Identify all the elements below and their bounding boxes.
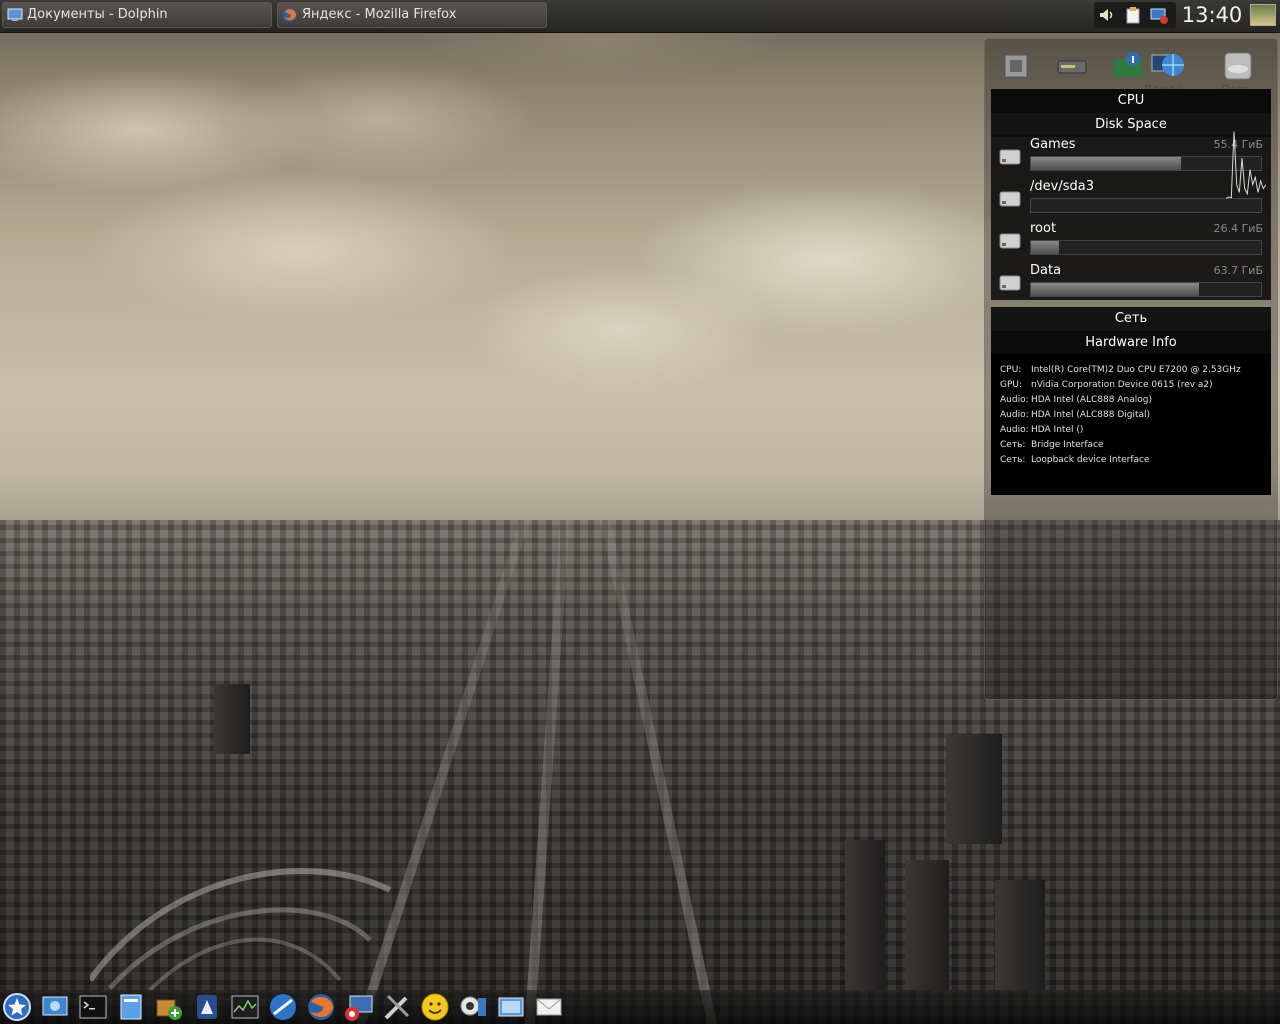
cpu-load-line: [1226, 131, 1266, 199]
mail-icon[interactable]: [534, 992, 564, 1022]
disk-usage-bar: [1030, 240, 1262, 255]
webcam-icon[interactable]: [458, 992, 488, 1022]
hardware-info-header[interactable]: Hardware Info: [991, 331, 1271, 355]
bottom-panel: [0, 990, 1280, 1024]
hw-row: Audio: HDA Intel (ALC888 Analog): [1000, 395, 1152, 405]
firefox-icon: [283, 8, 297, 22]
disk-name: root: [1030, 221, 1057, 236]
disk-data-icon[interactable]: [1221, 49, 1255, 83]
dolphin-icon: [7, 8, 23, 21]
hw-value: nVidia Corporation Device 0615 (rev a2): [1031, 380, 1213, 390]
disk-usage-fill: [1031, 241, 1059, 254]
hw-value: HDA Intel (): [1031, 425, 1084, 435]
hw-key: Сеть:: [1000, 440, 1026, 450]
drive-icon: [999, 191, 1021, 207]
cpu-header[interactable]: CPU: [991, 89, 1271, 113]
kde-menu-icon[interactable]: [2, 992, 32, 1022]
file-manager-icon[interactable]: [116, 992, 146, 1022]
clock[interactable]: 13:40: [1180, 2, 1244, 28]
hardware-info-list: CPU: Intel(R) Core(TM)2 Duo CPU E7200 @ 2…: [991, 354, 1271, 495]
disk-size: 26.4 ГиБ: [1213, 222, 1263, 235]
hw-key: Сеть:: [1000, 455, 1026, 465]
wallpaper-building: [995, 880, 1045, 990]
disk-name: /dev/sda3: [1030, 179, 1094, 194]
disk-row[interactable]: Data 63.7 ГиБ: [991, 263, 1271, 303]
cpu-load-graph: [1226, 131, 1266, 199]
hw-key: Audio:: [1000, 395, 1029, 405]
system-tray: [1094, 2, 1176, 28]
hw-value: Bridge Interface: [1031, 440, 1104, 450]
wallpaper-building: [905, 860, 949, 990]
kde-logo-icon[interactable]: [192, 992, 222, 1022]
hard-drive-icon[interactable]: [1055, 49, 1089, 83]
hw-value: HDA Intel (ALC888 Analog): [1031, 395, 1152, 405]
disk-row[interactable]: root 26.4 ГиБ: [991, 221, 1271, 261]
disk-size: 63.7 ГиБ: [1213, 264, 1263, 277]
volume-icon[interactable]: [1098, 6, 1116, 24]
hw-row: Сеть: Bridge Interface: [1000, 440, 1104, 450]
network-header[interactable]: Сеть: [991, 307, 1271, 331]
task-label: Яндекс - Mozilla Firefox: [302, 7, 457, 22]
drive-icon: [999, 149, 1021, 165]
monitor-applet-bar: Домой Data: [985, 43, 1277, 97]
hw-value: Loopback device Interface: [1031, 455, 1150, 465]
hw-key: CPU:: [1000, 365, 1022, 375]
hw-row: Audio: HDA Intel (): [1000, 425, 1083, 435]
hw-key: Audio:: [1000, 425, 1029, 435]
disk-usage-fill: [1031, 157, 1181, 170]
hw-value: Intel(R) Core(TM)2 Duo CPU E7200 @ 2.53G…: [1031, 365, 1241, 375]
wallpaper-highway: [90, 868, 392, 990]
wallpaper-building: [845, 840, 885, 990]
tools-icon[interactable]: [382, 992, 412, 1022]
task-dolphin[interactable]: Документы - Dolphin: [2, 2, 272, 28]
smiley-icon[interactable]: [420, 992, 450, 1022]
hw-value: HDA Intel (ALC888 Digital): [1031, 410, 1151, 420]
network-icon[interactable]: [496, 992, 526, 1022]
drive-icon: [999, 233, 1021, 249]
disk-usage-bar: [1030, 282, 1262, 297]
hw-row: CPU: Intel(R) Core(TM)2 Duo CPU E7200 @ 2…: [1000, 365, 1241, 375]
task-firefox[interactable]: Яндекс - Mozilla Firefox: [277, 2, 547, 28]
disk-name: Games: [1030, 137, 1076, 152]
terminal-icon[interactable]: [78, 992, 108, 1022]
clipboard-icon[interactable]: [1124, 6, 1142, 24]
show-desktop-icon[interactable]: [1250, 4, 1276, 26]
hw-row: Audio: HDA Intel (ALC888 Digital): [1000, 410, 1150, 420]
network-disconnected-icon[interactable]: [1150, 6, 1168, 24]
wallpaper-building: [946, 734, 1002, 844]
network-globe-icon[interactable]: [1151, 49, 1185, 83]
web-browser-icon[interactable]: [268, 992, 298, 1022]
disk-usage-bar: [1030, 198, 1262, 213]
remote-desktop-icon[interactable]: [344, 992, 374, 1022]
hw-row: GPU: nVidia Corporation Device 0615 (rev …: [1000, 380, 1213, 390]
disk-name: Data: [1030, 263, 1062, 278]
hw-row: Сеть: Loopback device Interface: [1000, 455, 1150, 465]
hardware-info-icon[interactable]: [1111, 49, 1145, 83]
drive-icon: [999, 275, 1021, 291]
hw-key: Audio:: [1000, 410, 1029, 420]
task-label: Документы - Dolphin: [27, 7, 168, 22]
cpu-chip-icon[interactable]: [999, 49, 1033, 83]
top-panel: Документы - Dolphin Яндекс - Mozilla Fir…: [0, 0, 1280, 33]
hw-key: GPU:: [1000, 380, 1023, 390]
system-monitor-icon[interactable]: [230, 992, 260, 1022]
wallpaper-building: [214, 684, 250, 754]
package-add-icon[interactable]: [154, 992, 184, 1022]
firefox-icon[interactable]: [306, 992, 336, 1022]
disk-usage-fill: [1031, 283, 1199, 296]
system-settings-icon[interactable]: [40, 992, 70, 1022]
